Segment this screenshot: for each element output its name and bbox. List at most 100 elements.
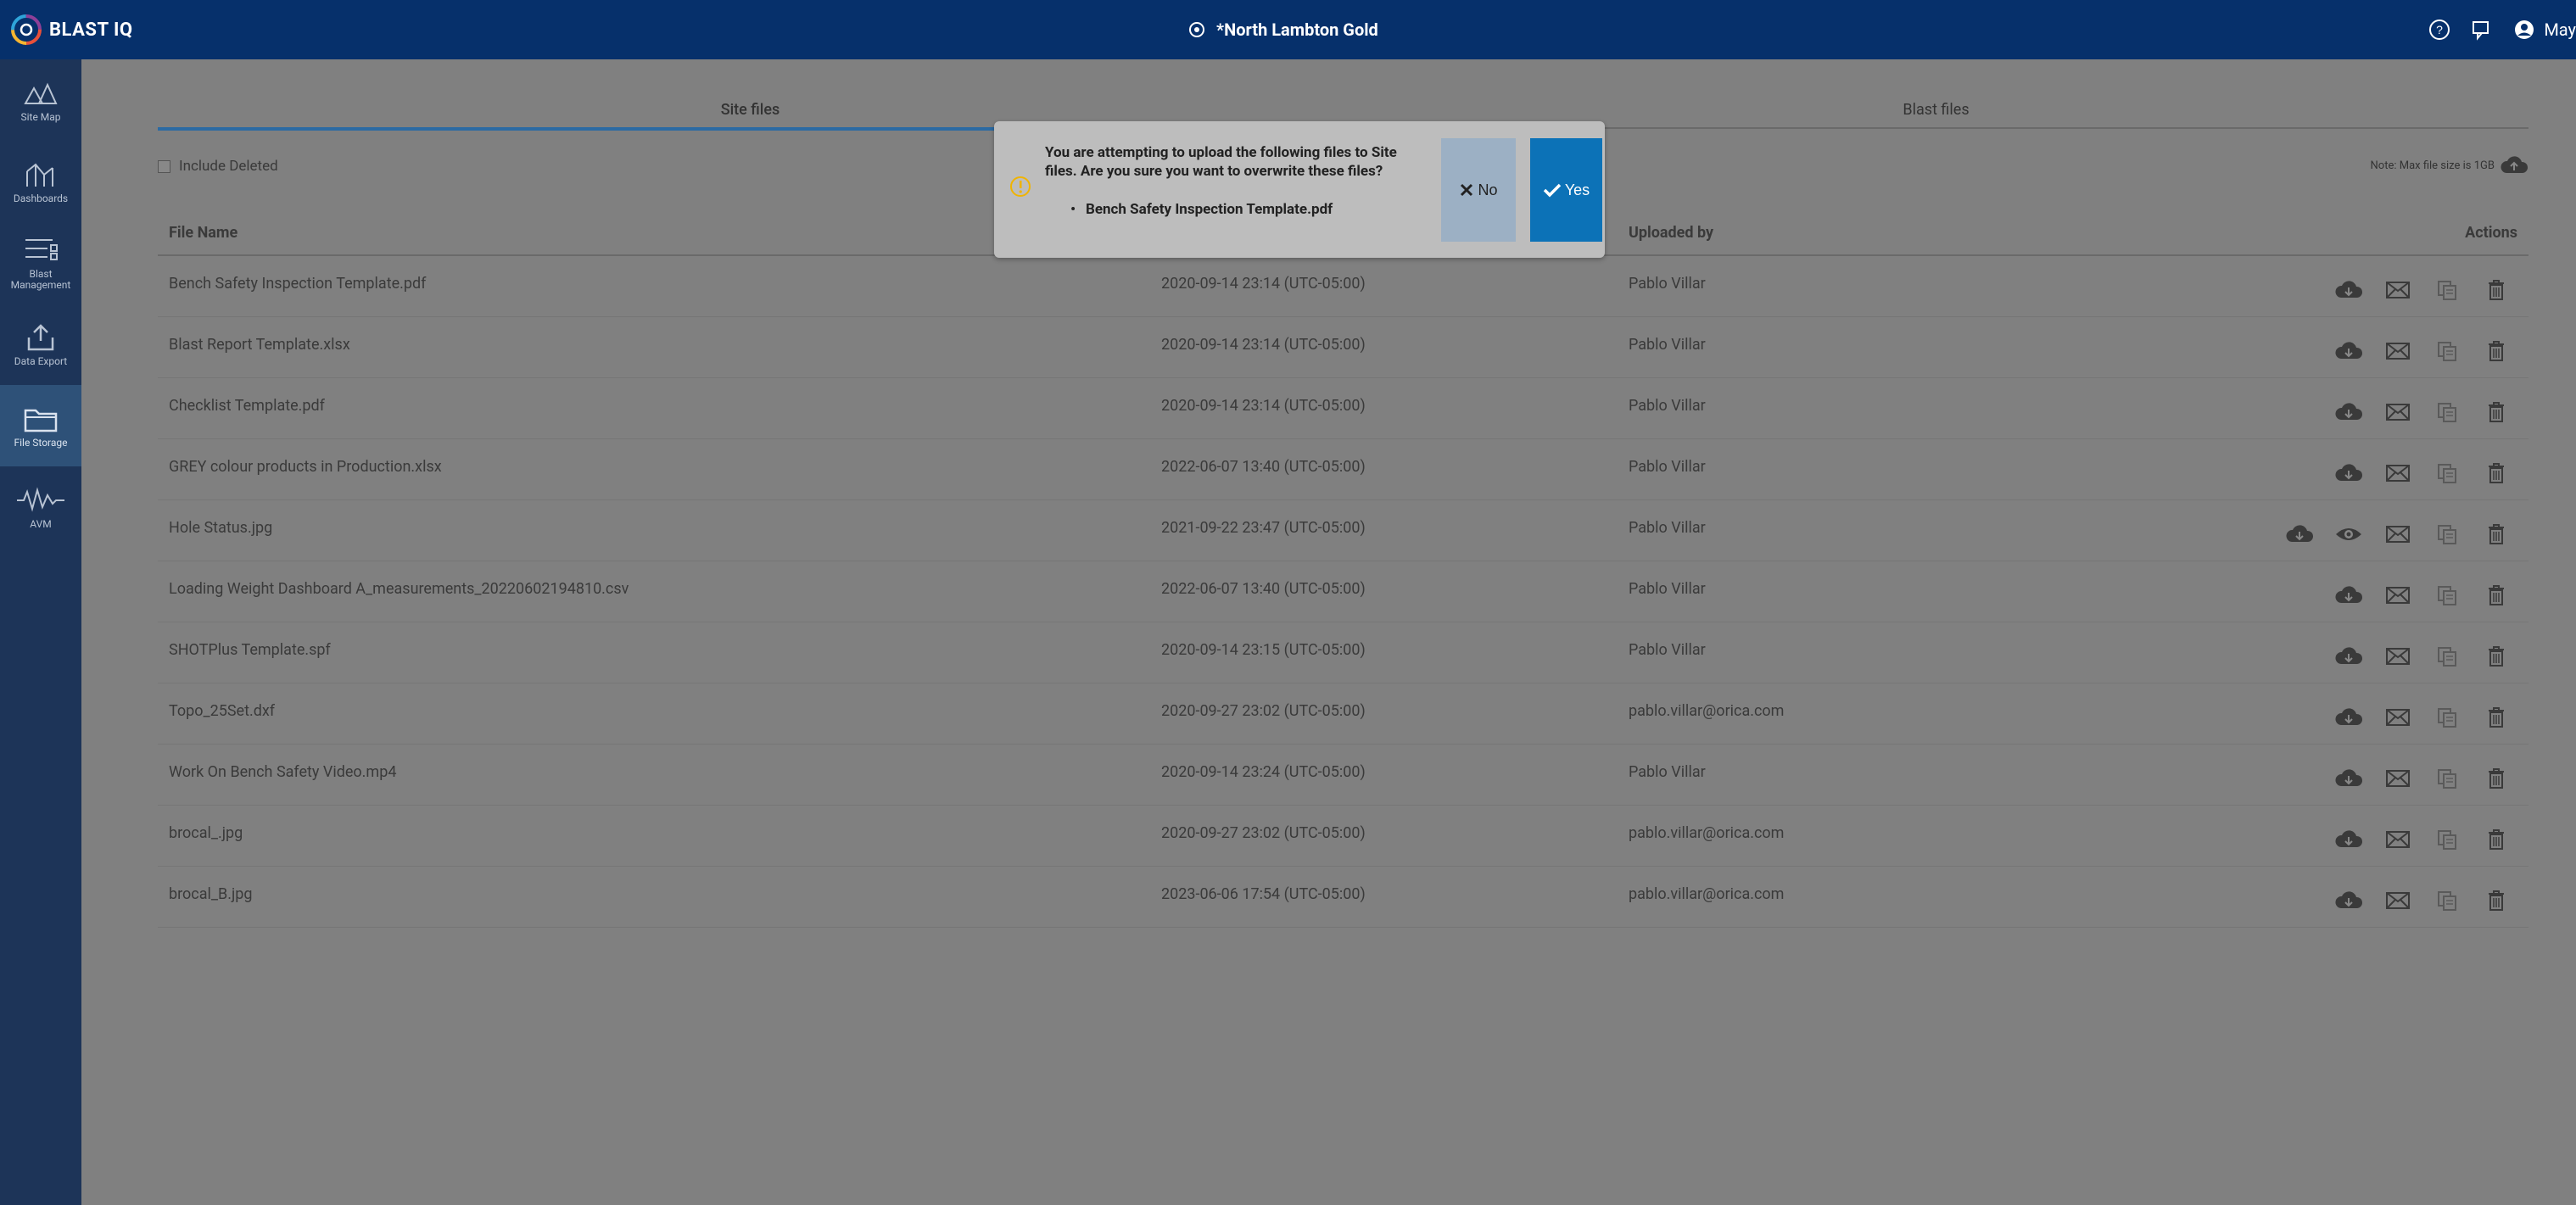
copy-icon[interactable] bbox=[2430, 639, 2464, 673]
map-icon bbox=[24, 82, 58, 104]
include-deleted-toggle[interactable]: Include Deleted bbox=[158, 158, 278, 175]
download-icon[interactable] bbox=[2332, 273, 2366, 307]
table-row[interactable]: Topo_25Set.dxf 2020-09-27 23:02 (UTC-05:0… bbox=[158, 683, 2529, 745]
email-icon[interactable] bbox=[2381, 517, 2415, 551]
table-row[interactable]: Checklist Template.pdf 2020-09-14 23:14 (… bbox=[158, 378, 2529, 439]
site-selector[interactable]: *North Lambton Gold bbox=[1187, 15, 1378, 44]
logo[interactable]: BLAST IQ bbox=[10, 14, 133, 46]
file-name-cell[interactable]: SHOTPlus Template.spf bbox=[169, 641, 331, 659]
uploaded-by-cell: Pablo Villar bbox=[1629, 336, 1706, 354]
copy-icon[interactable] bbox=[2430, 395, 2464, 429]
delete-icon[interactable] bbox=[2479, 273, 2513, 307]
delete-icon[interactable] bbox=[2479, 823, 2513, 856]
delete-icon[interactable] bbox=[2479, 395, 2513, 429]
download-icon[interactable] bbox=[2332, 761, 2366, 795]
yes-button[interactable]: Yes bbox=[1530, 138, 1602, 242]
cloud-upload-icon[interactable] bbox=[2500, 154, 2529, 176]
help-icon[interactable]: ? bbox=[2427, 17, 2452, 42]
table-row[interactable]: brocal_.jpg 2020-09-27 23:02 (UTC-05:00) p… bbox=[158, 806, 2529, 867]
email-icon[interactable] bbox=[2381, 639, 2415, 673]
delete-icon[interactable] bbox=[2479, 456, 2513, 490]
file-name-cell[interactable]: brocal_B.jpg bbox=[169, 885, 253, 903]
copy-icon[interactable] bbox=[2430, 334, 2464, 368]
uploaded-by-cell: Pablo Villar bbox=[1629, 641, 1706, 659]
sidebar-item-avm[interactable]: AVM bbox=[0, 466, 81, 548]
uploaded-date-cell: 2020-09-14 23:24 (UTC-05:00) bbox=[1161, 763, 1366, 781]
download-icon[interactable] bbox=[2283, 517, 2316, 551]
file-name-cell[interactable]: Hole Status.jpg bbox=[169, 519, 272, 537]
column-header-file-name[interactable]: File Name bbox=[169, 224, 237, 242]
include-deleted-checkbox[interactable] bbox=[158, 159, 170, 173]
copy-icon[interactable] bbox=[2430, 273, 2464, 307]
row-actions bbox=[2316, 578, 2513, 612]
download-icon[interactable] bbox=[2332, 578, 2366, 612]
copy-icon[interactable] bbox=[2430, 517, 2464, 551]
dialog-message: You are attempting to upload the followi… bbox=[1045, 144, 1397, 180]
file-name-cell[interactable]: Work On Bench Safety Video.mp4 bbox=[169, 763, 396, 781]
download-icon[interactable] bbox=[2332, 884, 2366, 918]
file-name-cell[interactable]: Blast Report Template.xlsx bbox=[169, 336, 350, 354]
copy-icon[interactable] bbox=[2430, 761, 2464, 795]
feedback-icon[interactable] bbox=[2469, 17, 2495, 42]
upload-area[interactable]: Note: Max file size is 1GB bbox=[2371, 154, 2529, 176]
email-icon[interactable] bbox=[2381, 456, 2415, 490]
sidebar-item-blast-management[interactable]: Blast Management bbox=[0, 222, 81, 304]
download-icon[interactable] bbox=[2332, 456, 2366, 490]
table-row[interactable]: SHOTPlus Template.spf 2020-09-14 23:15 (U… bbox=[158, 622, 2529, 683]
uploaded-by-cell: pablo.villar@orica.com bbox=[1629, 885, 1785, 903]
delete-icon[interactable] bbox=[2479, 517, 2513, 551]
delete-icon[interactable] bbox=[2479, 639, 2513, 673]
file-name-cell[interactable]: Checklist Template.pdf bbox=[169, 397, 325, 415]
email-icon[interactable] bbox=[2381, 334, 2415, 368]
sidebar-item-label: Site Map bbox=[20, 110, 61, 123]
delete-icon[interactable] bbox=[2479, 578, 2513, 612]
sidebar-item-dashboards[interactable]: Dashboards bbox=[0, 141, 81, 222]
table-row[interactable]: Blast Report Template.xlsx 2020-09-14 23:… bbox=[158, 317, 2529, 378]
table-row[interactable]: brocal_B.jpg 2023-06-06 17:54 (UTC-05:00)… bbox=[158, 867, 2529, 928]
table-row[interactable]: Bench Safety Inspection Template.pdf 2020… bbox=[158, 256, 2529, 317]
email-icon[interactable] bbox=[2381, 761, 2415, 795]
delete-icon[interactable] bbox=[2479, 884, 2513, 918]
table-row[interactable]: GREY colour products in Production.xlsx 2… bbox=[158, 439, 2529, 500]
sidebar-item-site-map[interactable]: Site Map bbox=[0, 59, 81, 141]
copy-icon[interactable] bbox=[2430, 884, 2464, 918]
download-icon[interactable] bbox=[2332, 334, 2366, 368]
delete-icon[interactable] bbox=[2479, 334, 2513, 368]
sidebar-item-label: AVM bbox=[30, 517, 52, 530]
email-icon[interactable] bbox=[2381, 884, 2415, 918]
table-row[interactable]: Loading Weight Dashboard A_measurements_… bbox=[158, 561, 2529, 622]
delete-icon[interactable] bbox=[2479, 761, 2513, 795]
preview-icon[interactable] bbox=[2332, 517, 2366, 551]
delete-icon[interactable] bbox=[2479, 700, 2513, 734]
download-icon[interactable] bbox=[2332, 823, 2366, 856]
file-name-cell[interactable]: brocal_.jpg bbox=[169, 824, 243, 842]
email-icon[interactable] bbox=[2381, 578, 2415, 612]
file-name-cell[interactable]: Bench Safety Inspection Template.pdf bbox=[169, 275, 426, 293]
user-avatar-icon[interactable] bbox=[2512, 17, 2537, 42]
email-icon[interactable] bbox=[2381, 823, 2415, 856]
table-row[interactable]: Hole Status.jpg 2021-09-22 23:47 (UTC-05:… bbox=[158, 500, 2529, 561]
uploaded-by-cell: Pablo Villar bbox=[1629, 763, 1706, 781]
table-row[interactable]: Work On Bench Safety Video.mp4 2020-09-14… bbox=[158, 745, 2529, 806]
email-icon[interactable] bbox=[2381, 273, 2415, 307]
column-header-uploaded-by[interactable]: Uploaded by bbox=[1629, 224, 1713, 242]
download-icon[interactable] bbox=[2332, 639, 2366, 673]
user-name[interactable]: May bbox=[2544, 20, 2576, 40]
sidebar-item-label: Data Export bbox=[14, 354, 68, 367]
no-button-label: No bbox=[1478, 181, 1498, 198]
download-icon[interactable] bbox=[2332, 395, 2366, 429]
file-name-cell[interactable]: Loading Weight Dashboard A_measurements_… bbox=[169, 580, 629, 598]
email-icon[interactable] bbox=[2381, 700, 2415, 734]
file-name-cell[interactable]: Topo_25Set.dxf bbox=[169, 702, 275, 720]
sidebar-item-file-storage[interactable]: File Storage bbox=[0, 385, 81, 466]
copy-icon[interactable] bbox=[2430, 823, 2464, 856]
file-name-cell[interactable]: GREY colour products in Production.xlsx bbox=[169, 458, 442, 476]
no-button[interactable]: No bbox=[1441, 138, 1516, 242]
copy-icon[interactable] bbox=[2430, 578, 2464, 612]
download-icon[interactable] bbox=[2332, 700, 2366, 734]
row-actions bbox=[2316, 823, 2513, 856]
sidebar-item-data-export[interactable]: Data Export bbox=[0, 304, 81, 385]
copy-icon[interactable] bbox=[2430, 456, 2464, 490]
copy-icon[interactable] bbox=[2430, 700, 2464, 734]
email-icon[interactable] bbox=[2381, 395, 2415, 429]
